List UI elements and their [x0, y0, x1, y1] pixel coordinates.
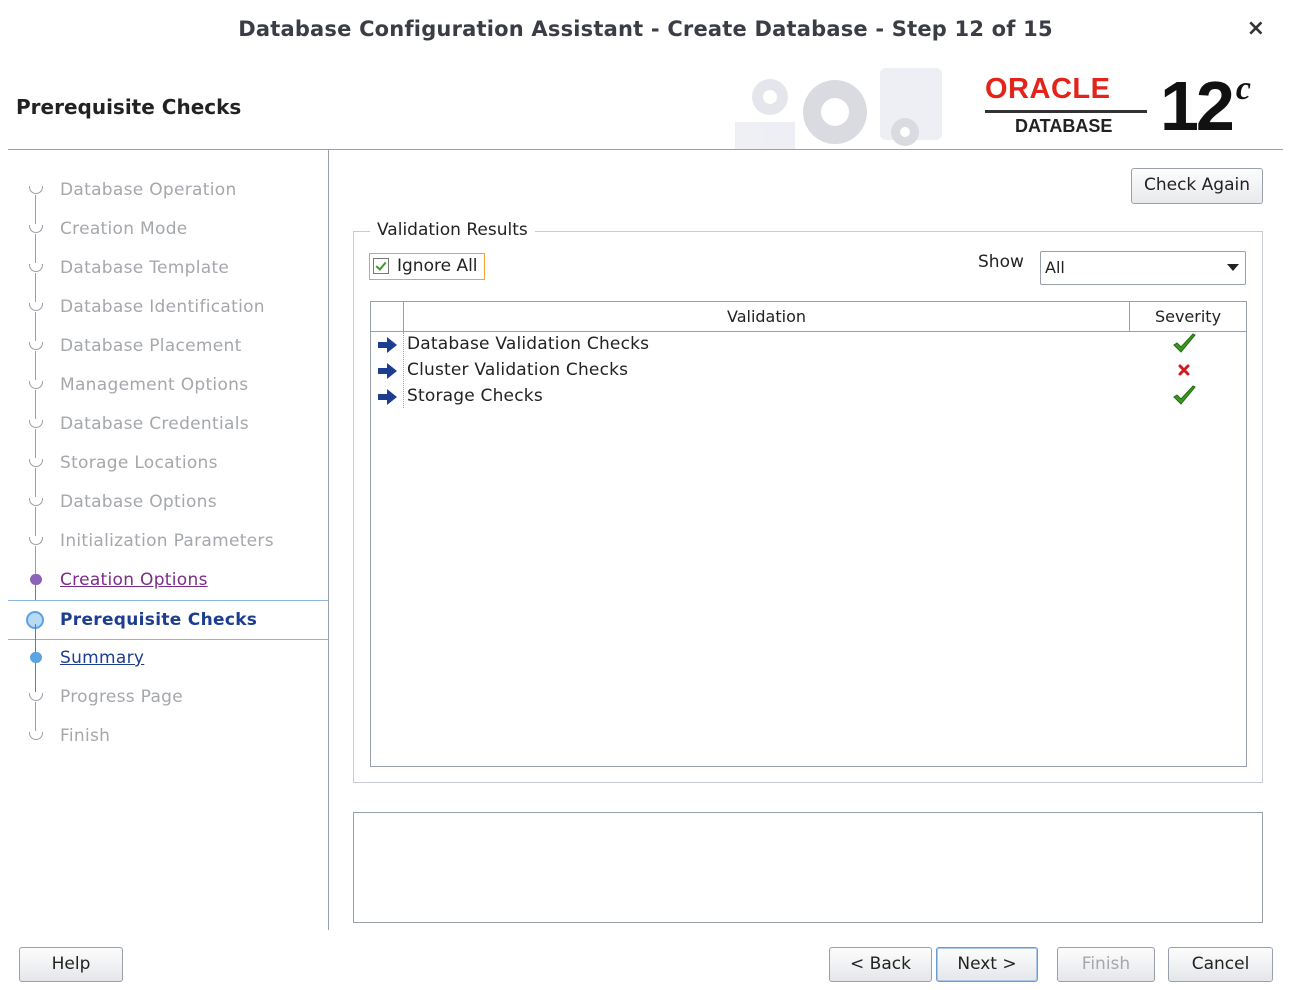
nav-item-label: Progress Page [60, 687, 184, 707]
table-header-gutter [371, 302, 404, 331]
next-button-label: Next > [957, 954, 1017, 974]
nav-item-label: Database Placement [60, 336, 242, 356]
step-marker-icon [29, 732, 43, 740]
nav-item-management-options: Management Options [8, 366, 328, 404]
nav-item-database-identification: Database Identification [8, 288, 328, 326]
nav-item-label: Creation Options [60, 570, 208, 590]
step-marker-icon [29, 498, 43, 506]
description-panel [353, 812, 1263, 923]
page-title: Prerequisite Checks [16, 95, 242, 119]
step-marker-icon [30, 652, 42, 663]
table-header: Validation Severity [371, 302, 1246, 332]
logo-product: DATABASE [1015, 116, 1113, 136]
nav-item-database-options: Database Options [8, 483, 328, 521]
nav-item-label: Database Template [60, 258, 230, 278]
validation-name: Database Validation Checks [407, 334, 650, 354]
step-marker-icon [29, 537, 43, 545]
finish-button-label: Finish [1081, 954, 1131, 974]
nav-item-database-operation: Database Operation [8, 171, 328, 209]
nav-item-initialization-parameters: Initialization Parameters [8, 522, 328, 560]
logo-version-suffix: c [1235, 70, 1251, 107]
error-x-icon [1171, 358, 1197, 382]
step-marker-icon [29, 225, 43, 233]
chevron-down-icon[interactable] [1227, 264, 1239, 271]
nav-item-database-credentials: Database Credentials [8, 405, 328, 443]
ignore-all-label: Ignore All [397, 256, 478, 276]
table-row[interactable]: Storage Checks [371, 384, 1246, 410]
window-titlebar: Database Configuration Assistant - Creat… [0, 0, 1291, 62]
nav-item-label: Prerequisite Checks [60, 610, 258, 630]
table-row[interactable]: Cluster Validation Checks [371, 358, 1246, 384]
nav-item-label: Finish [60, 726, 111, 746]
step-marker-icon [29, 186, 43, 194]
step-marker-icon [29, 459, 43, 467]
nav-item-database-placement: Database Placement [8, 327, 328, 365]
show-label: Show [978, 252, 1024, 272]
close-icon[interactable]: × [1247, 16, 1265, 41]
ignore-all-checkbox[interactable]: Ignore All [369, 253, 485, 280]
step-marker-icon [29, 420, 43, 428]
expand-arrow-icon[interactable] [377, 336, 399, 354]
help-button-label: Help [51, 954, 91, 974]
next-button[interactable]: Next > [936, 947, 1038, 982]
checkbox-checked-icon[interactable] [373, 258, 389, 274]
expand-arrow-icon[interactable] [377, 388, 399, 406]
validation-name: Cluster Validation Checks [407, 360, 629, 380]
show-filter-select[interactable]: All [1040, 251, 1246, 285]
step-marker-icon [30, 574, 42, 585]
back-button-label: < Back [850, 954, 911, 974]
window-title: Database Configuration Assistant - Creat… [238, 17, 1053, 41]
column-header-severity[interactable]: Severity [1130, 302, 1246, 331]
oracle-logo: ORACLE [985, 73, 1111, 105]
nav-item-label: Creation Mode [60, 219, 188, 239]
validation-table: Validation Severity Database Validation … [370, 301, 1247, 767]
nav-item-label: Database Options [60, 492, 217, 512]
nav-item-label: Database Credentials [60, 414, 249, 434]
validation-results-title: Validation Results [370, 220, 535, 240]
check-again-label: Check Again [1143, 175, 1251, 195]
check-mark-icon [1171, 332, 1197, 356]
nav-item-label: Summary [60, 648, 145, 668]
gears-decoration-icon [735, 68, 942, 149]
nav-item-label: Database Operation [60, 180, 237, 200]
help-button[interactable]: Help [19, 947, 123, 982]
step-marker-icon [29, 264, 43, 272]
check-again-button[interactable]: Check Again [1131, 168, 1263, 204]
column-header-validation[interactable]: Validation [404, 302, 1130, 331]
logo-divider [985, 110, 1147, 113]
nav-item-prerequisite-checks[interactable]: Prerequisite Checks [8, 600, 328, 640]
cancel-button-label: Cancel [1191, 954, 1250, 974]
nav-item-label: Management Options [60, 375, 249, 395]
back-button[interactable]: < Back [829, 947, 932, 982]
nav-item-label: Storage Locations [60, 453, 218, 473]
step-marker-icon [29, 381, 43, 389]
nav-item-creation-options[interactable]: Creation Options [8, 561, 328, 599]
logo-version-number: 12 [1160, 67, 1235, 145]
expand-arrow-icon[interactable] [377, 362, 399, 380]
cancel-button[interactable]: Cancel [1168, 947, 1273, 982]
step-navigation: Database Operation Creation Mode Database … [8, 150, 329, 930]
nav-item-storage-locations: Storage Locations [8, 444, 328, 482]
step-marker-icon [29, 342, 43, 350]
page-header: Prerequisite Checks ORACLE DATABASE 12 c [0, 62, 1291, 149]
show-selected-value: All [1045, 258, 1065, 277]
finish-button[interactable]: Finish [1057, 947, 1155, 982]
nav-item-finish: Finish [8, 717, 328, 755]
nav-item-creation-mode: Creation Mode [8, 210, 328, 248]
validation-name: Storage Checks [407, 386, 543, 406]
nav-item-label: Database Identification [60, 297, 265, 317]
step-marker-icon [29, 303, 43, 311]
check-mark-icon [1171, 384, 1197, 408]
nav-item-progress-page: Progress Page [8, 678, 328, 716]
nav-item-summary[interactable]: Summary [8, 639, 328, 677]
nav-item-label: Initialization Parameters [60, 531, 274, 551]
logo-version: 12 c [1160, 66, 1251, 146]
step-marker-icon [29, 693, 43, 701]
nav-item-database-template: Database Template [8, 249, 328, 287]
table-row[interactable]: Database Validation Checks [371, 332, 1246, 358]
